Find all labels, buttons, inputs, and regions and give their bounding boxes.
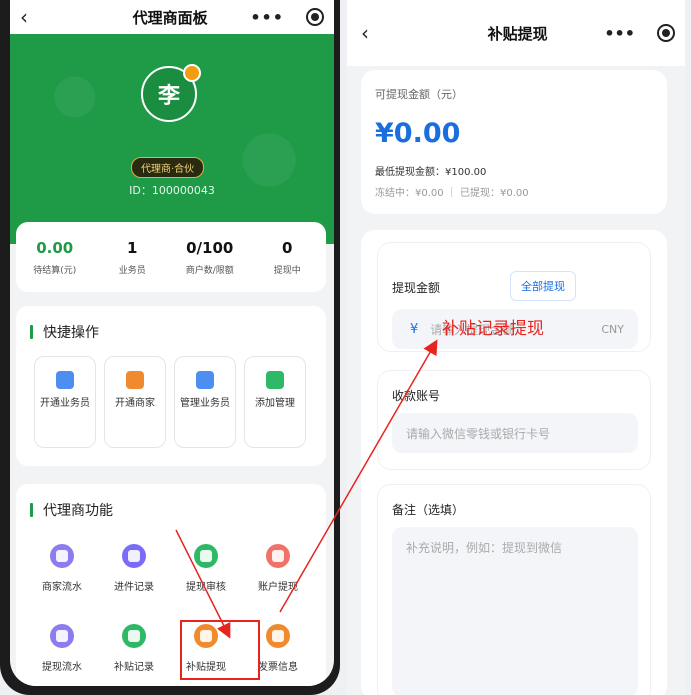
func-label: 提现审核	[186, 582, 226, 593]
remark-textarea[interactable]: 补充说明，例如：提现到微信	[392, 527, 638, 695]
stat-value: 0.00	[36, 238, 74, 257]
profile-header: 李 代理商·合伙 ID：100000043	[10, 34, 334, 244]
func-label: 进件记录	[114, 582, 154, 593]
func-label: 发票信息	[258, 662, 298, 673]
stat-pending-settlement[interactable]: 0.00 待结算(元)	[20, 239, 90, 276]
quick-open-salesperson[interactable]: 开通业务员	[34, 356, 96, 448]
section-accent-bar	[30, 503, 33, 517]
stat-value: 1	[127, 238, 138, 257]
back-button[interactable]: ‹	[20, 5, 50, 29]
bar-chart-icon	[50, 624, 74, 648]
func-onboarding-records[interactable]: 进件记录	[98, 530, 170, 610]
right-nav-bar: ‹ 补贴提现 •••	[347, 0, 685, 66]
amount-label: 提现金额	[392, 281, 441, 295]
subsidy-withdraw-screen: ‹ 补贴提现 ••• 可提现金额（元） ¥0.00 最低提现金额：¥100.00…	[347, 0, 685, 695]
quick-label: 添加管理	[255, 398, 295, 409]
func-label: 商家流水	[42, 582, 82, 593]
org-chart-icon	[196, 371, 214, 389]
page-title: 代理商面板	[132, 8, 208, 27]
quick-manage-salesperson[interactable]: 管理业务员	[174, 356, 236, 448]
quick-label: 开通业务员	[40, 398, 90, 409]
balance-card: 可提现金额（元） ¥0.00 最低提现金额：¥100.00 冻结中：¥0.00 …	[361, 70, 667, 214]
annotation-label: 补贴记录提现	[442, 319, 544, 339]
stat-value: 0/100	[186, 238, 234, 257]
withdraw-form-card: 提现金额 全部提现 ¥ 请输入提现金额 CNY 收款账号 请输入微信零钱或银行卡…	[361, 230, 667, 695]
section-title-text: 快捷操作	[43, 325, 99, 341]
refresh-icon	[122, 544, 146, 568]
functions-grid: 商家流水 进件记录 提现审核 账户提现 提现流水 补贴记录 补贴提现 发票信息	[16, 520, 326, 686]
quick-open-merchant[interactable]: 开通商家	[104, 356, 166, 448]
stat-merchant-limit[interactable]: 0/100 商户数/限额	[175, 239, 245, 276]
highlight-box	[180, 620, 260, 680]
more-menu-icon[interactable]: •••	[250, 8, 284, 27]
quick-add-admin[interactable]: 添加管理	[244, 356, 306, 448]
stat-label: 业务员	[118, 265, 146, 276]
status-dot-icon	[183, 64, 201, 82]
stat-label: 提现中	[273, 265, 301, 276]
qr-grid-icon	[194, 544, 218, 568]
remark-label: 备注（选填）	[392, 503, 465, 517]
agent-id: ID：100000043	[129, 184, 215, 197]
grid-icon	[266, 371, 284, 389]
agent-panel-screen: ‹ 代理商面板 ••• 李 代理商·合伙 ID：100000043 0.00 待…	[10, 0, 334, 686]
stat-salespeople[interactable]: 1 业务员	[97, 239, 167, 276]
avatar[interactable]: 李	[141, 64, 201, 122]
section-title-text: 代理商功能	[43, 503, 113, 519]
stat-value: 0	[282, 238, 293, 257]
func-account-withdraw[interactable]: 账户提现	[242, 530, 314, 610]
currency-symbol: ¥	[410, 321, 419, 337]
func-withdraw-flow[interactable]: 提现流水	[26, 610, 98, 686]
wallet-check-icon	[122, 624, 146, 648]
func-subsidy-records[interactable]: 补贴记录	[98, 610, 170, 686]
back-button[interactable]: ‹	[361, 21, 391, 45]
close-miniprogram-icon[interactable]	[306, 8, 324, 26]
remark-field-group: 备注（选填） 补充说明，例如：提现到微信	[377, 484, 651, 695]
account-placeholder: 请输入微信零钱或银行卡号	[406, 426, 551, 441]
account-field-group: 收款账号 请输入微信零钱或银行卡号	[377, 370, 651, 470]
agent-functions-title: 代理商功能	[16, 484, 326, 520]
balance-label: 可提现金额（元）	[375, 88, 463, 101]
func-withdraw-review[interactable]: 提现审核	[170, 530, 242, 610]
wallet-icon	[126, 371, 144, 389]
stat-label: 商户数/限额	[185, 265, 234, 276]
func-label: 账户提现	[258, 582, 298, 593]
page-title: 补贴提现	[487, 24, 548, 43]
currency-unit: CNY	[601, 322, 624, 336]
left-nav-bar: ‹ 代理商面板 •••	[10, 0, 334, 34]
func-merchant-flow[interactable]: 商家流水	[26, 530, 98, 610]
func-label: 补贴记录	[114, 662, 154, 673]
add-user-icon	[56, 371, 74, 389]
more-menu-icon[interactable]: •••	[604, 24, 635, 43]
section-accent-bar	[30, 325, 33, 339]
quick-actions-title: 快捷操作	[16, 306, 326, 342]
stats-card: 0.00 待结算(元) 1 业务员 0/100 商户数/限额 0 提现中	[16, 222, 326, 292]
frozen-withdrawn-text: 冻结中：¥0.00 ｜ 已提现：¥0.00	[375, 188, 529, 199]
wallet-icon	[266, 624, 290, 648]
account-input[interactable]: 请输入微信零钱或银行卡号	[392, 413, 638, 453]
quick-label: 开通商家	[115, 398, 155, 409]
min-withdraw-text: 最低提现金额：¥100.00	[375, 167, 487, 178]
close-miniprogram-icon[interactable]	[657, 24, 675, 42]
remark-placeholder: 补充说明，例如：提现到微信	[406, 541, 563, 555]
avatar-initial: 李	[157, 84, 180, 109]
quick-actions-grid: 开通业务员 开通商家 管理业务员 添加管理	[16, 342, 326, 448]
withdraw-all-button[interactable]: 全部提现	[510, 271, 576, 301]
func-label: 提现流水	[42, 662, 82, 673]
monitor-icon	[266, 544, 290, 568]
balance-amount: ¥0.00	[375, 118, 461, 149]
account-label: 收款账号	[392, 389, 441, 403]
stat-withdrawing[interactable]: 0 提现中	[252, 239, 322, 276]
quick-label: 管理业务员	[180, 398, 230, 409]
left-phone-frame: ‹ 代理商面板 ••• 李 代理商·合伙 ID：100000043 0.00 待…	[0, 0, 340, 695]
bar-chart-icon	[50, 544, 74, 568]
stat-label: 待结算(元)	[33, 265, 77, 276]
quick-actions-panel: 快捷操作 开通业务员 开通商家 管理业务员 添加管理	[16, 306, 326, 466]
role-badge: 代理商·合伙	[131, 157, 205, 178]
agent-functions-panel: 代理商功能 商家流水 进件记录 提现审核 账户提现 提现流水 补贴记录 补贴提现…	[16, 484, 326, 686]
